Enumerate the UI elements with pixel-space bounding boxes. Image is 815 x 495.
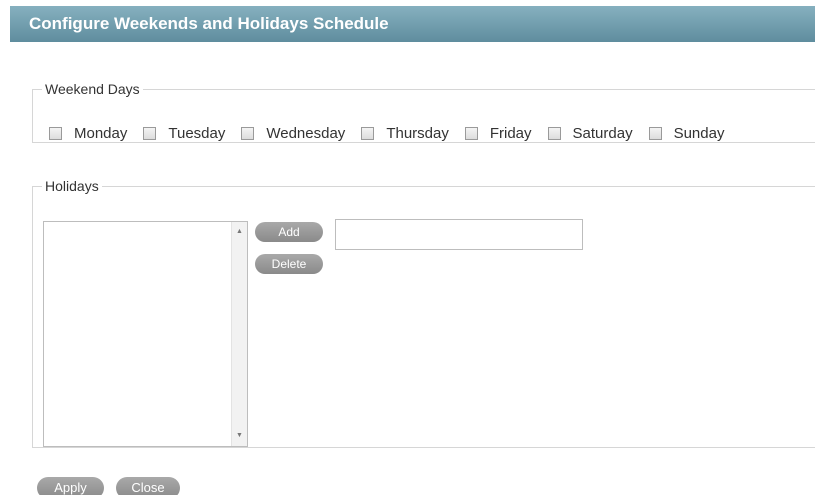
day-friday[interactable]: Friday — [464, 125, 532, 142]
holidays-group: Holidays ▲ ▼ Add Delete — [32, 178, 815, 448]
friday-label: Friday — [489, 125, 532, 142]
day-saturday[interactable]: Saturday — [547, 125, 633, 142]
tuesday-checkbox[interactable] — [143, 127, 157, 140]
thursday-label: Thursday — [386, 125, 449, 142]
weekend-days-group: Weekend Days Monday Tuesday Wednesday Th… — [32, 81, 815, 143]
wednesday-checkbox[interactable] — [241, 127, 255, 140]
dialog-title: Configure Weekends and Holidays Schedule — [10, 6, 815, 42]
sunday-label: Sunday — [673, 125, 725, 142]
wednesday-label: Wednesday — [266, 125, 346, 142]
tuesday-label: Tuesday — [168, 125, 226, 142]
saturday-label: Saturday — [572, 125, 633, 142]
scroll-down-icon[interactable]: ▼ — [232, 428, 247, 444]
delete-holiday-button[interactable]: Delete — [255, 254, 323, 274]
friday-checkbox[interactable] — [464, 127, 478, 140]
weekend-days-list: Monday Tuesday Wednesday Thursday Friday… — [49, 125, 740, 142]
sunday-checkbox[interactable] — [648, 127, 662, 140]
weekend-days-legend: Weekend Days — [45, 81, 140, 97]
holiday-date-input[interactable] — [335, 219, 583, 250]
holidays-legend: Holidays — [45, 178, 99, 194]
monday-label: Monday — [74, 125, 128, 142]
apply-button[interactable]: Apply — [37, 477, 104, 495]
close-button[interactable]: Close — [116, 477, 180, 495]
saturday-checkbox[interactable] — [547, 127, 561, 140]
monday-checkbox[interactable] — [49, 127, 62, 140]
scroll-up-icon[interactable]: ▲ — [232, 224, 247, 240]
day-sunday[interactable]: Sunday — [648, 125, 725, 142]
day-thursday[interactable]: Thursday — [361, 125, 449, 142]
add-holiday-button[interactable]: Add — [255, 222, 323, 242]
day-monday[interactable]: Monday — [49, 125, 127, 142]
weekend-holiday-dialog: Configure Weekends and Holidays Schedule… — [0, 0, 815, 495]
day-wednesday[interactable]: Wednesday — [241, 125, 345, 142]
day-tuesday[interactable]: Tuesday — [143, 125, 225, 142]
thursday-checkbox[interactable] — [361, 127, 375, 140]
listbox-scrollbar[interactable]: ▲ ▼ — [231, 222, 247, 446]
holidays-listbox[interactable]: ▲ ▼ — [43, 221, 248, 447]
